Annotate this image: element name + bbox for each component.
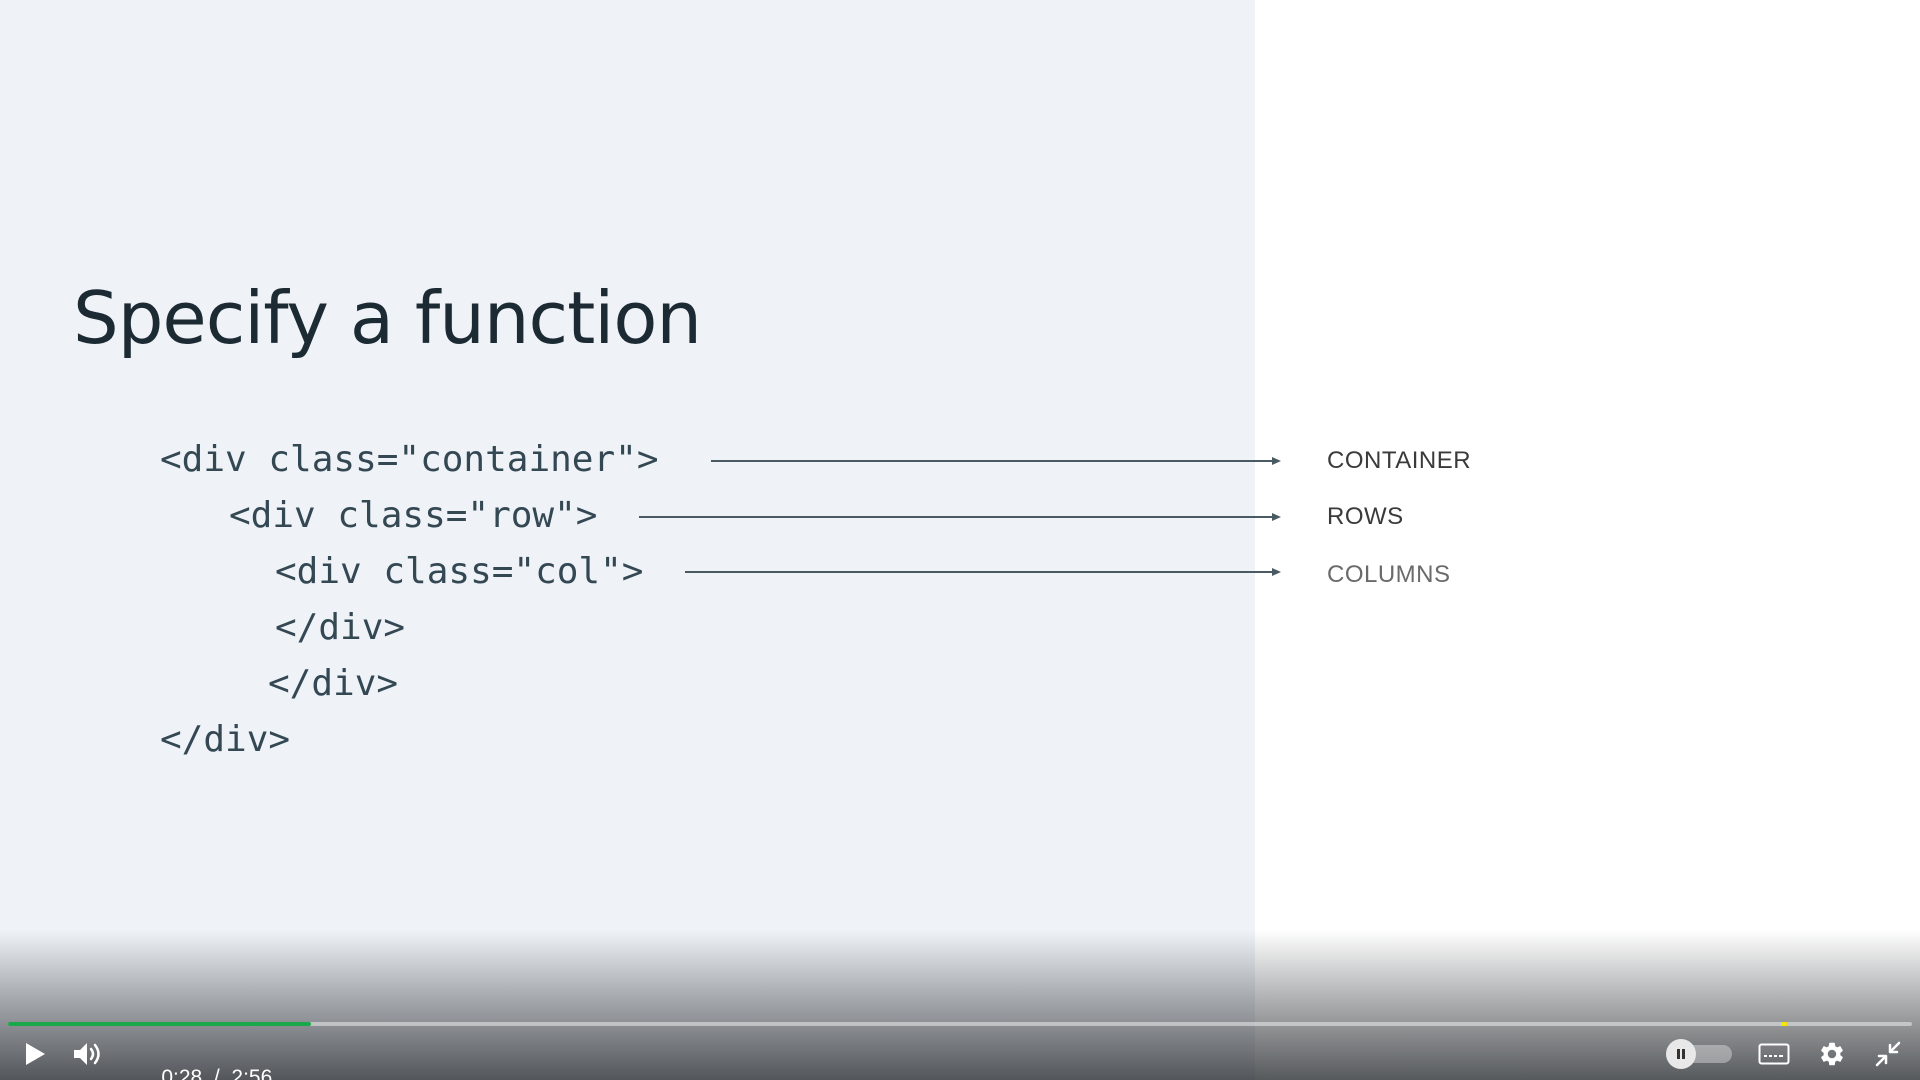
code-line-container-open: <div class="container"> [160, 439, 659, 480]
code-line-col-close: </div> [275, 607, 406, 648]
play-icon [26, 1043, 45, 1065]
controls-gradient [0, 930, 1920, 1080]
gear-icon [1821, 1042, 1843, 1066]
progress-marker [1781, 1022, 1787, 1026]
exit-fullscreen-icon [1875, 1041, 1901, 1067]
code-line-container-close: </div> [160, 719, 291, 760]
volume-icon [74, 1043, 100, 1065]
arrow-columns [685, 568, 1281, 576]
label-rows: ROWS [1327, 503, 1404, 530]
settings-button[interactable] [1816, 1038, 1848, 1070]
arrow-rows [639, 513, 1281, 521]
current-time: 0:28 [161, 1066, 203, 1080]
video-player[interactable]: Specify a function <div class="container… [0, 0, 1920, 1080]
autoplay-toggle[interactable] [1666, 1039, 1696, 1069]
volume-button[interactable] [70, 1038, 106, 1070]
label-columns: COLUMNS [1327, 561, 1451, 588]
play-button[interactable] [18, 1038, 52, 1070]
slide-title: Specify a function [73, 276, 702, 360]
code-line-row-close: </div> [268, 663, 399, 704]
code-line-col-open: <div class="col"> [275, 551, 644, 592]
progress-bar[interactable] [8, 1022, 1912, 1026]
captions-icon [1758, 1043, 1790, 1065]
arrow-container [711, 457, 1281, 465]
label-container: CONTAINER [1327, 447, 1472, 474]
progress-played [8, 1022, 311, 1026]
slide-left-panel [0, 0, 1255, 1080]
pause-icon [1677, 1049, 1685, 1059]
time-display: 0:28 / 2:56 [138, 1042, 272, 1080]
code-line-row-open: <div class="row"> [229, 495, 598, 536]
exit-fullscreen-button[interactable] [1872, 1038, 1904, 1070]
duration: 2:56 [231, 1066, 273, 1080]
captions-button[interactable] [1756, 1040, 1792, 1068]
